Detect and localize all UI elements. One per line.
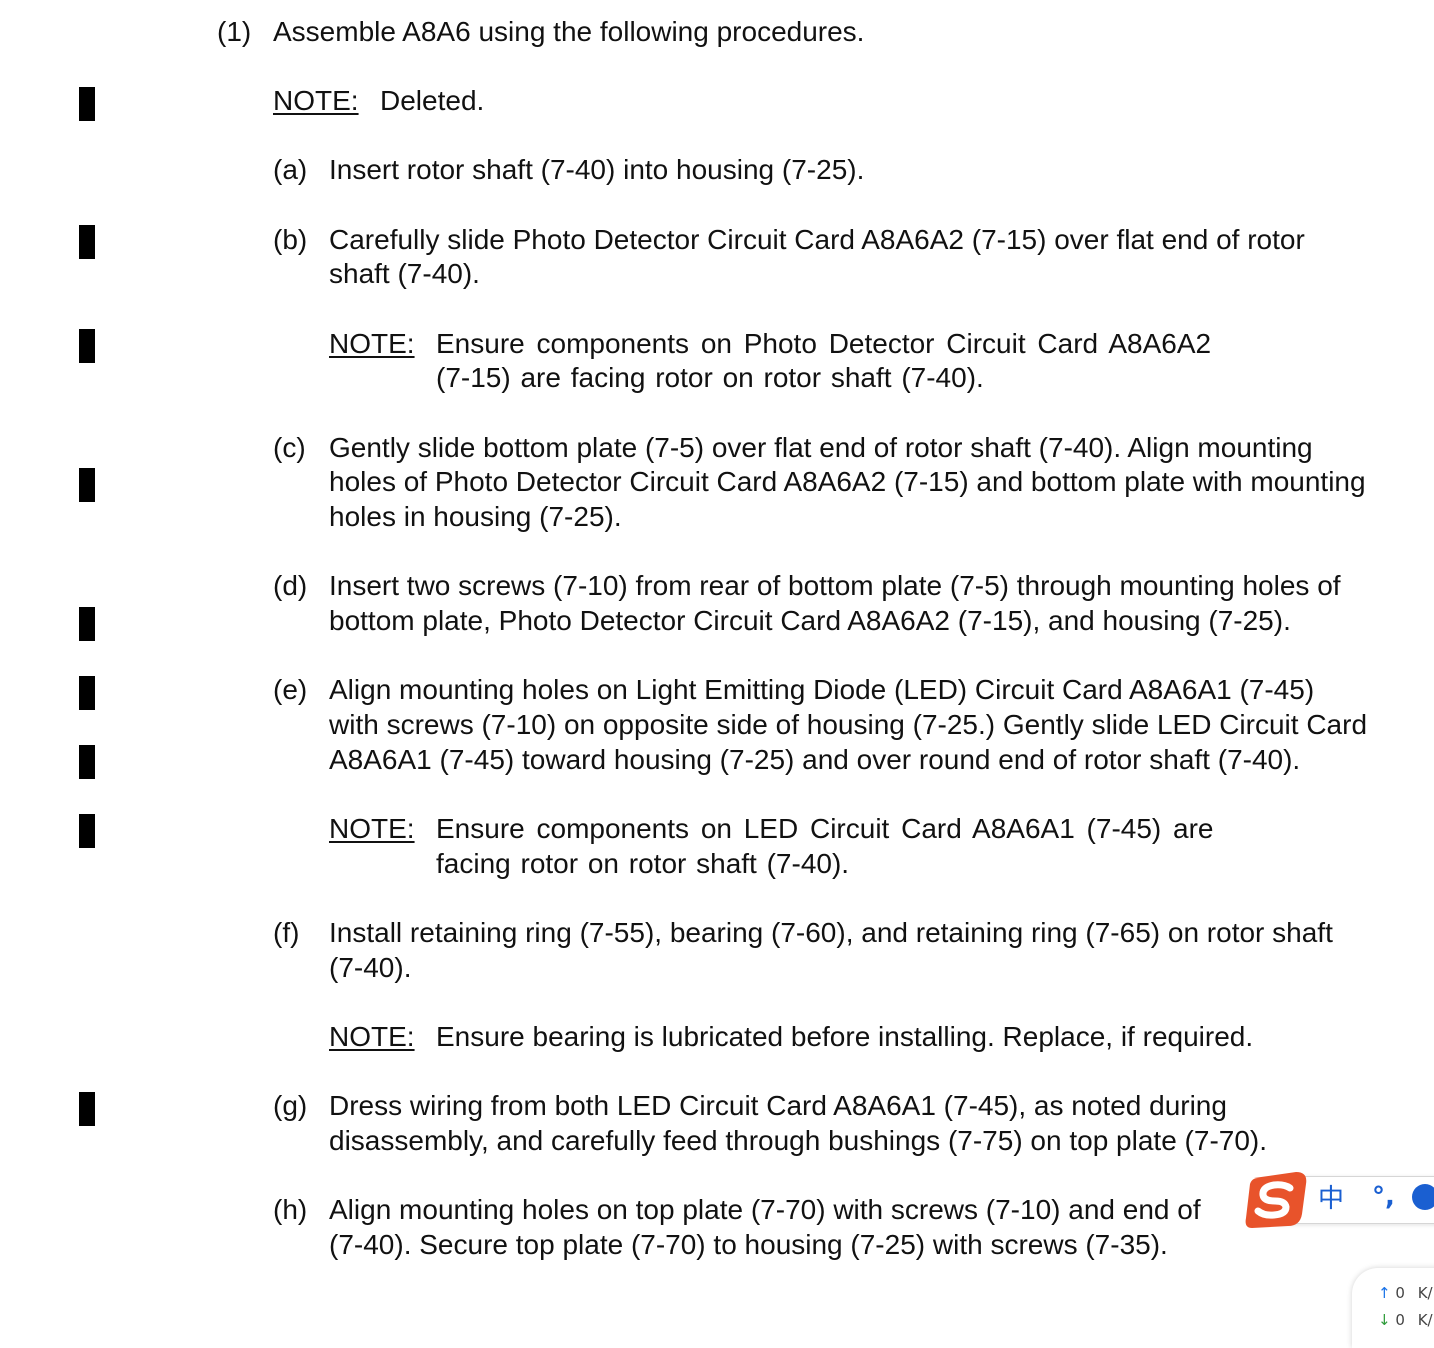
substep-label: (a) xyxy=(273,154,308,185)
download-speed-row: ↓ 0 K/ xyxy=(1378,1311,1433,1329)
substep-text: Dress wiring from both LED Circuit Card … xyxy=(329,1090,1227,1121)
substep-text: A8A6A1 (7-45) toward housing (7-25) and … xyxy=(329,744,1301,775)
change-bar xyxy=(79,814,95,848)
change-bar xyxy=(79,225,95,259)
note-label: NOTE: xyxy=(329,813,415,844)
step-heading: Assemble A8A6 using the following proced… xyxy=(273,16,865,47)
note-text: facing rotor on rotor shaft (7-40). xyxy=(436,848,850,879)
note-text: (7-15) are facing rotor on rotor shaft (… xyxy=(436,362,984,393)
note-text: Ensure components on Photo Detector Circ… xyxy=(436,328,1212,359)
substep-text: Gently slide bottom plate (7-5) over fla… xyxy=(329,432,1313,463)
substep-label: (e) xyxy=(273,674,308,705)
substep-text: bottom plate, Photo Detector Circuit Car… xyxy=(329,605,1291,636)
upload-speed-value: 0 xyxy=(1395,1284,1405,1302)
change-bar xyxy=(79,87,95,121)
substep-text: with screws (7-10) on opposite side of h… xyxy=(329,709,1368,740)
step-number: (1) xyxy=(217,16,252,47)
note-label: NOTE: xyxy=(273,85,359,116)
note-label: NOTE: xyxy=(329,1021,415,1052)
substep-label: (c) xyxy=(273,432,306,463)
sogou-s-icon[interactable] xyxy=(1244,1170,1310,1230)
substep-label: (h) xyxy=(273,1194,308,1225)
substep-text: Align mounting holes on Light Emitting D… xyxy=(329,674,1315,705)
substep-text: Insert rotor shaft (7-40) into housing (… xyxy=(329,154,865,185)
substep-text: Insert two screws (7-10) from rear of bo… xyxy=(329,570,1341,601)
substep-text: Align mounting holes on top plate (7-70)… xyxy=(329,1194,1201,1225)
network-speed-widget[interactable]: ↑ 0 K/ ↓ 0 K/ xyxy=(1352,1268,1434,1348)
upload-speed-unit: K/ xyxy=(1417,1284,1433,1302)
substep-text: Carefully slide Photo Detector Circuit C… xyxy=(329,224,1305,255)
note-text: Deleted. xyxy=(380,85,485,116)
upload-speed-row: ↑ 0 K/ xyxy=(1378,1284,1433,1302)
substep-text: shaft (7-40). xyxy=(329,258,480,289)
substep-text: (7-40). xyxy=(329,952,412,983)
download-arrow-icon: ↓ xyxy=(1378,1311,1391,1329)
ime-punctuation-toggle[interactable]: °, xyxy=(1372,1182,1395,1212)
ime-mode-toggle[interactable]: 中 xyxy=(1318,1184,1344,1214)
ime-toolbar[interactable]: 中 °, xyxy=(1244,1170,1434,1228)
substep-text: Install retaining ring (7-55), bearing (… xyxy=(329,917,1333,948)
substep-label: (b) xyxy=(273,224,308,255)
note-text: Ensure components on LED Circuit Card A8… xyxy=(436,813,1214,844)
change-bar xyxy=(79,676,95,710)
substep-label: (f) xyxy=(273,917,300,948)
change-bar xyxy=(79,1092,95,1126)
substep-label: (g) xyxy=(273,1090,308,1121)
change-bar xyxy=(79,468,95,502)
substep-text: holes of Photo Detector Circuit Card A8A… xyxy=(329,466,1366,497)
substep-text: disassembly, and carefully feed through … xyxy=(329,1125,1268,1156)
note-text: Ensure bearing is lubricated before inst… xyxy=(436,1021,1254,1052)
change-bar xyxy=(79,745,95,779)
change-bar xyxy=(79,329,95,363)
note-label: NOTE: xyxy=(329,328,415,359)
download-speed-unit: K/ xyxy=(1417,1311,1433,1329)
change-bar xyxy=(79,607,95,641)
substep-text: (7-40). Secure top plate (7-70) to housi… xyxy=(329,1229,1168,1260)
substep-label: (d) xyxy=(273,570,308,601)
substep-text: holes in housing (7-25). xyxy=(329,501,622,532)
download-speed-value: 0 xyxy=(1395,1311,1405,1329)
ime-emoji-icon[interactable] xyxy=(1412,1184,1434,1210)
document-page: (1) Assemble A8A6 using the following pr… xyxy=(0,0,1434,1328)
upload-arrow-icon: ↑ xyxy=(1378,1284,1391,1302)
